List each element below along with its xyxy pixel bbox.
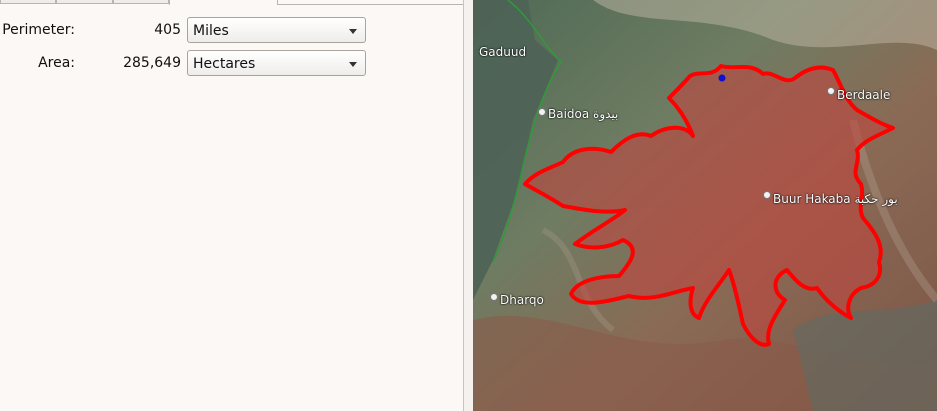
perimeter-value: 405 (154, 22, 181, 38)
area-unit-select[interactable]: Hectares (187, 50, 366, 76)
perimeter-label: Perimeter: (2, 22, 75, 38)
perimeter-row: Perimeter: 405 Miles (0, 17, 463, 43)
place-dot-icon (538, 108, 546, 116)
place-label-berdaale[interactable]: Berdaale (837, 88, 890, 102)
area-row: Area: 285,649 Hectares (0, 50, 463, 76)
tab-1[interactable] (0, 0, 56, 4)
splitter-gutter (464, 0, 473, 411)
place-label-dharqo[interactable]: Dharqo (500, 293, 544, 307)
tab-strip (0, 0, 463, 5)
tab-4-active[interactable] (169, 0, 278, 5)
place-label-gaduud[interactable]: Gaduud (479, 45, 526, 59)
area-label: Area: (38, 55, 75, 71)
tab-3[interactable] (113, 0, 169, 4)
tab-frame-line (278, 4, 463, 5)
place-label-baidoa[interactable]: Baidoa بيدوة (548, 107, 618, 121)
perimeter-unit-value: Miles (193, 23, 229, 39)
area-value: 285,649 (123, 55, 181, 71)
vertex-marker (718, 74, 726, 82)
area-unit-value: Hectares (193, 56, 256, 72)
place-dot-icon (827, 87, 835, 95)
map-view[interactable]: Gaduud Baidoa بيدوة Berdaale Buur Hakaba… (473, 0, 937, 411)
place-dot-icon (490, 293, 498, 301)
perimeter-unit-select[interactable]: Miles (187, 17, 366, 43)
tab-2[interactable] (56, 0, 113, 4)
chevron-down-icon (349, 62, 357, 67)
chevron-down-icon (349, 29, 357, 34)
place-dot-icon (763, 191, 771, 199)
place-label-buur-hakaba[interactable]: Buur Hakaba بور حكبة (773, 192, 898, 206)
measure-panel: Perimeter: 405 Miles Area: 285,649 Hecta… (0, 0, 463, 411)
